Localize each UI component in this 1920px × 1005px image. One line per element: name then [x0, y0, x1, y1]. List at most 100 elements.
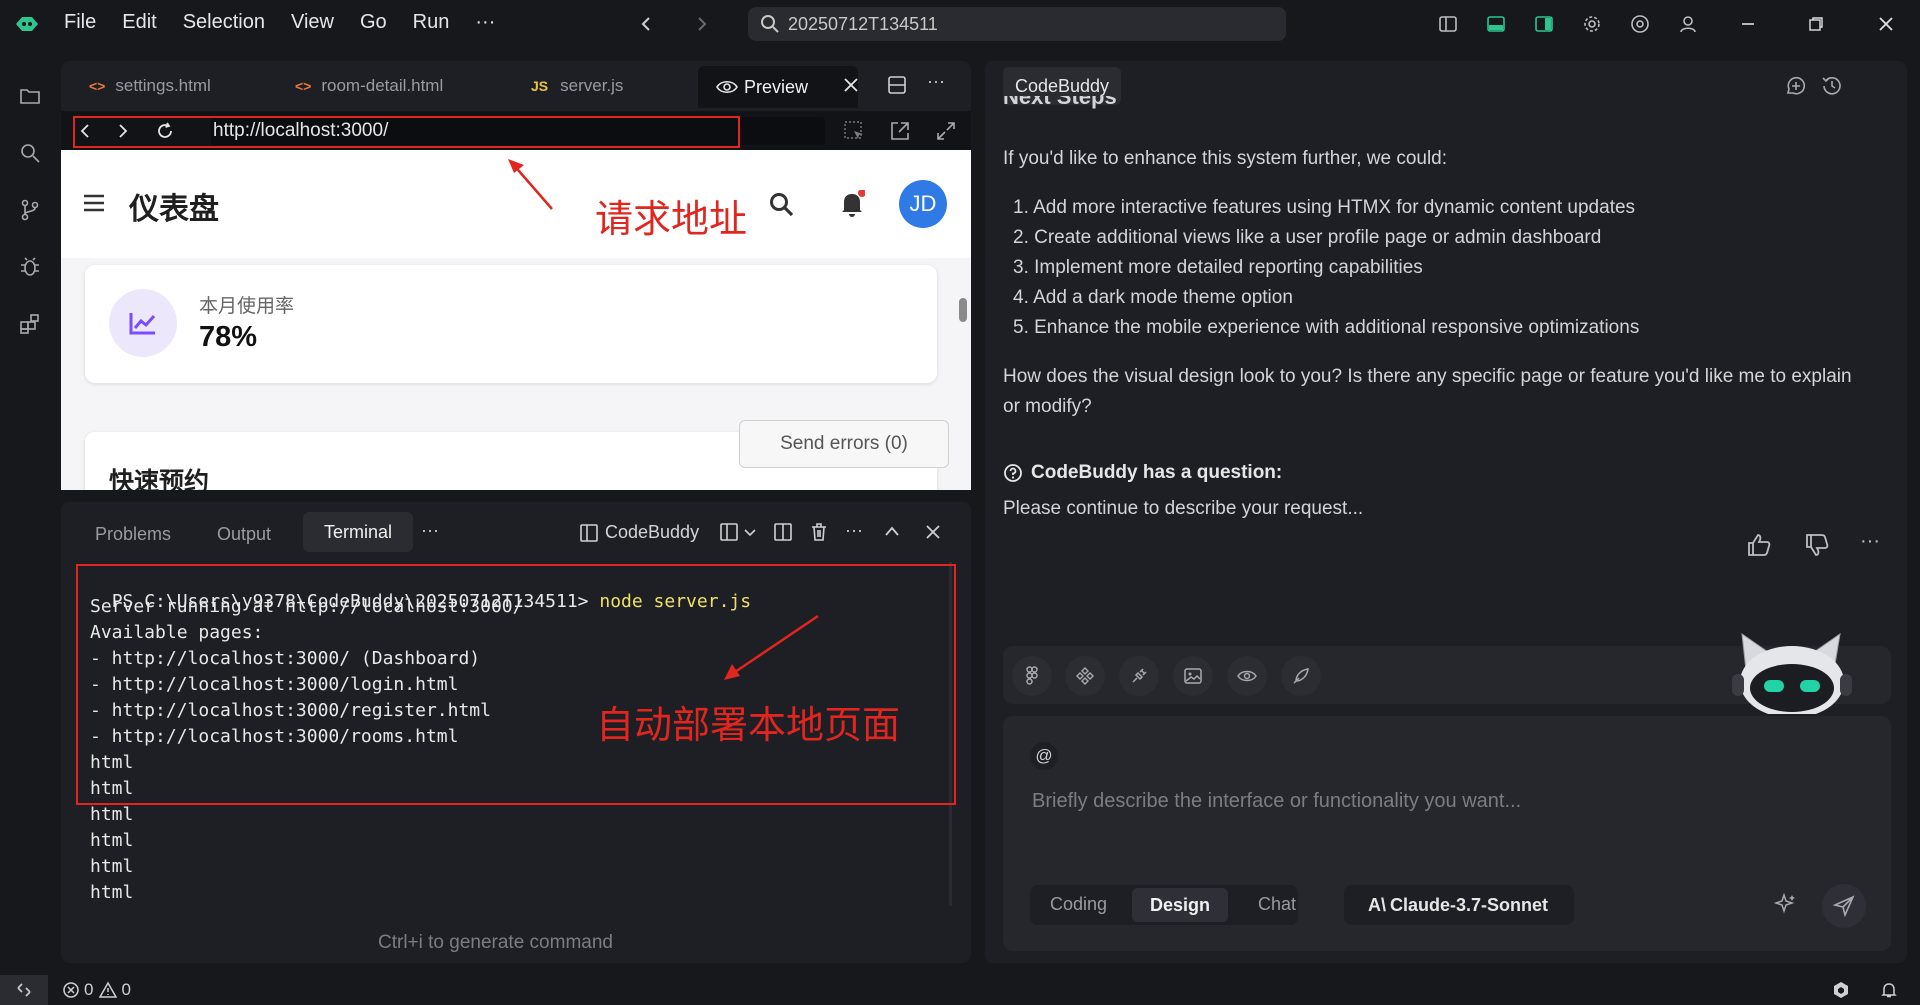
- thumbs-down-icon[interactable]: [1804, 532, 1830, 563]
- menu-run[interactable]: Run: [413, 11, 450, 34]
- history-icon[interactable]: [1821, 75, 1843, 102]
- terminal-highlight-box: [76, 564, 956, 805]
- url-annotation-arrow: [508, 159, 553, 210]
- remote-indicator[interactable]: [0, 975, 48, 1005]
- deploy-rocket-icon[interactable]: [1281, 656, 1321, 696]
- send-errors-button[interactable]: Send errors (0): [739, 420, 949, 468]
- settings-gear-icon[interactable]: [1580, 12, 1604, 36]
- eye-icon: [716, 80, 738, 94]
- problems-status[interactable]: 0 0: [62, 980, 131, 1000]
- open-external-icon[interactable]: [889, 120, 911, 147]
- split-editor-icon[interactable]: [887, 75, 907, 100]
- list-item: 1. Add more interactive features using H…: [1013, 197, 1636, 218]
- menu-file[interactable]: File: [64, 11, 96, 34]
- anthropic-logo-icon: A\: [1368, 894, 1386, 915]
- notifications-bell-icon[interactable]: [1880, 981, 1898, 1004]
- tab-problems[interactable]: Problems: [95, 524, 171, 545]
- chat-question-line1: How does the visual design look to you? …: [1003, 366, 1852, 387]
- mode-chat[interactable]: Chat: [1258, 894, 1296, 915]
- stat-card: 本月使用率 78%: [85, 265, 937, 383]
- notification-bell-icon[interactable]: [839, 189, 866, 223]
- more-actions-icon[interactable]: ···: [927, 71, 945, 92]
- preview-eye-icon[interactable]: [1227, 656, 1267, 696]
- mention-button[interactable]: @: [1030, 742, 1058, 770]
- tab-preview[interactable]: Preview: [698, 66, 858, 108]
- chat-intro: If you'd like to enhance this system fur…: [1003, 148, 1448, 169]
- extension-status-icon[interactable]: [1832, 981, 1850, 1004]
- nav-forward-icon[interactable]: [690, 12, 714, 36]
- html-icon: <>: [295, 78, 312, 94]
- toggle-panel-icon[interactable]: [1484, 12, 1508, 36]
- tab-label: settings.html: [115, 76, 211, 95]
- new-chat-icon[interactable]: [1785, 75, 1807, 102]
- tab-room-detail-html[interactable]: <> room-detail.html: [295, 63, 443, 109]
- warning-count: 0: [121, 980, 131, 999]
- new-terminal-dropdown-icon[interactable]: [719, 522, 759, 547]
- close-tab-icon[interactable]: [843, 77, 859, 98]
- terminal-output-line: html: [90, 804, 134, 825]
- menu-edit[interactable]: Edit: [122, 11, 156, 34]
- search-icon[interactable]: [18, 141, 42, 165]
- account-icon[interactable]: [1676, 12, 1700, 36]
- trash-icon[interactable]: [809, 522, 829, 547]
- components-icon[interactable]: [1065, 656, 1105, 696]
- chat-input-placeholder[interactable]: Briefly describe the interface or functi…: [1032, 790, 1521, 813]
- send-button[interactable]: [1822, 884, 1866, 928]
- menu-view[interactable]: View: [291, 11, 334, 34]
- menu-more[interactable]: ···: [475, 11, 495, 34]
- section-title: 快速预约: [109, 467, 210, 490]
- terminal-annotation: 自动部署本地页面: [596, 703, 901, 747]
- tab-terminal[interactable]: Terminal: [303, 512, 413, 552]
- close-panel-icon[interactable]: [925, 524, 941, 545]
- menu-selection[interactable]: Selection: [183, 11, 265, 34]
- activity-bar: [0, 48, 60, 970]
- split-terminal-icon[interactable]: [773, 522, 793, 547]
- search-icon: [761, 15, 779, 33]
- browser-icon[interactable]: [1628, 12, 1652, 36]
- command-search[interactable]: 20250712T134511: [748, 7, 1286, 41]
- tab-settings-html[interactable]: <> settings.html: [89, 63, 211, 109]
- panel-more-icon[interactable]: ···: [421, 520, 439, 541]
- figma-icon[interactable]: [1012, 656, 1052, 696]
- maximize-panel-icon[interactable]: [883, 524, 901, 543]
- thumbs-up-icon[interactable]: [1746, 532, 1772, 563]
- debug-icon[interactable]: [18, 255, 42, 279]
- status-bar: 0 0: [0, 975, 1920, 1005]
- menu-go[interactable]: Go: [360, 11, 387, 34]
- question-header: CodeBuddy has a question:: [1003, 462, 1282, 484]
- mode-coding[interactable]: Coding: [1050, 894, 1107, 915]
- inspect-element-icon[interactable]: [843, 120, 865, 147]
- tab-server-js[interactable]: JS server.js: [531, 63, 623, 109]
- plugin-icon[interactable]: [1119, 656, 1159, 696]
- page-search-icon[interactable]: [769, 192, 795, 223]
- terminal-annotation-arrow: [724, 614, 819, 680]
- close-window-icon[interactable]: [1874, 12, 1898, 36]
- restore-icon[interactable]: [1804, 12, 1828, 36]
- expand-icon[interactable]: [935, 120, 957, 147]
- extensions-icon[interactable]: [18, 312, 42, 336]
- terminal-output-line: html: [90, 882, 134, 903]
- avatar[interactable]: JD: [899, 180, 947, 228]
- image-upload-icon[interactable]: [1173, 656, 1213, 696]
- source-control-icon[interactable]: [18, 198, 42, 222]
- search-text: 20250712T134511: [788, 13, 938, 34]
- explorer-icon[interactable]: [18, 84, 42, 108]
- minimize-icon[interactable]: [1736, 12, 1760, 36]
- message-more-icon[interactable]: ···: [1860, 530, 1880, 553]
- tab-output[interactable]: Output: [217, 524, 271, 545]
- mode-design[interactable]: Design: [1132, 888, 1228, 922]
- enhance-sparkle-icon[interactable]: [1773, 892, 1798, 921]
- js-icon: JS: [531, 78, 549, 94]
- list-item: 5. Enhance the mobile experience with ad…: [1013, 317, 1640, 338]
- terminal-more-icon[interactable]: ···: [845, 520, 863, 541]
- terminal-output-line: html: [90, 830, 134, 851]
- page-scrollbar[interactable]: [959, 298, 967, 322]
- toggle-sidebar-icon[interactable]: [1436, 12, 1460, 36]
- model-selector[interactable]: A\ Claude-3.7-Sonnet: [1344, 885, 1574, 925]
- toggle-secondary-sidebar-icon[interactable]: [1532, 12, 1556, 36]
- page-title: 仪表盘: [129, 192, 219, 227]
- terminal-layout-icon: [580, 523, 598, 542]
- nav-back-icon[interactable]: [634, 12, 658, 36]
- terminal-instance[interactable]: CodeBuddy: [579, 522, 699, 543]
- hamburger-menu-icon[interactable]: [83, 194, 105, 217]
